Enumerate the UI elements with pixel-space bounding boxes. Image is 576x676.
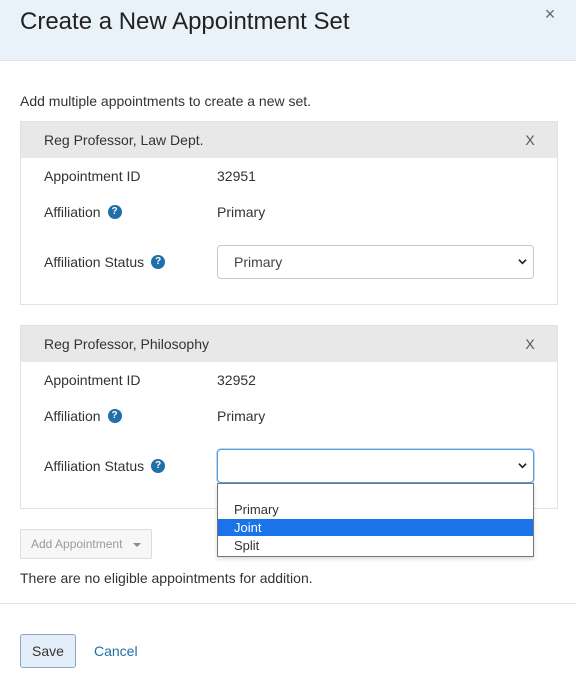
cancel-link[interactable]: Cancel [94,643,138,659]
footer-divider [0,603,576,604]
option-empty[interactable] [218,485,533,502]
modal-title: Create a New Appointment Set [20,8,350,35]
affiliation-status-selected: Primary [234,254,283,270]
appointment-card-title: Reg Professor, Law Dept. [44,132,204,148]
remove-appointment-button[interactable]: X [521,130,539,150]
affiliation-status-options: Primary Joint Split [217,483,534,557]
save-button[interactable]: Save [20,634,76,668]
appointment-card-header: Reg Professor, Philosophy X [21,326,557,362]
appointment-card-philosophy: Reg Professor, Philosophy X Appointment … [20,325,558,509]
appointment-card-law: Reg Professor, Law Dept. X Appointment I… [20,121,558,305]
add-appointment-label: Add Appointment [31,537,123,551]
option-split[interactable]: Split [218,537,533,554]
affiliation-value: Primary [217,204,266,220]
appointment-id-value: 32952 [217,372,256,388]
remove-appointment-button[interactable]: X [521,334,539,354]
modal-header: Create a New Appointment Set × [0,0,576,61]
affiliation-status-label: Affiliation Status [44,458,145,474]
appointment-id-label: Appointment ID [44,168,141,184]
appointment-card-title: Reg Professor, Philosophy [44,336,209,352]
help-icon[interactable]: ? [107,205,122,219]
affiliation-label: Affiliation [44,204,101,220]
chevron-down-icon [518,463,527,469]
option-primary[interactable]: Primary [218,501,533,518]
appointment-id-label: Appointment ID [44,372,141,388]
no-eligible-message: There are no eligible appointments for a… [20,570,313,586]
appointment-id-value: 32951 [217,168,256,184]
affiliation-status-select[interactable] [217,449,534,483]
affiliation-label-row: Affiliation ? [44,204,122,220]
intro-text: Add multiple appointments to create a ne… [20,93,312,109]
close-icon[interactable]: × [540,4,560,24]
help-icon[interactable]: ? [107,409,122,423]
affiliation-status-label-row: Affiliation Status ? [44,458,166,474]
appointment-card-header: Reg Professor, Law Dept. X [21,122,557,158]
add-appointment-button[interactable]: Add Appointment [20,529,152,559]
affiliation-status-label-row: Affiliation Status ? [44,254,166,270]
caret-down-icon [133,543,141,547]
chevron-down-icon [518,259,527,265]
option-joint[interactable]: Joint [218,519,533,536]
affiliation-status-label: Affiliation Status [44,254,145,270]
help-icon[interactable]: ? [151,459,166,473]
affiliation-value: Primary [217,408,266,424]
help-icon[interactable]: ? [151,255,166,269]
affiliation-status-select[interactable]: Primary [217,245,534,279]
affiliation-label: Affiliation [44,408,101,424]
affiliation-label-row: Affiliation ? [44,408,122,424]
